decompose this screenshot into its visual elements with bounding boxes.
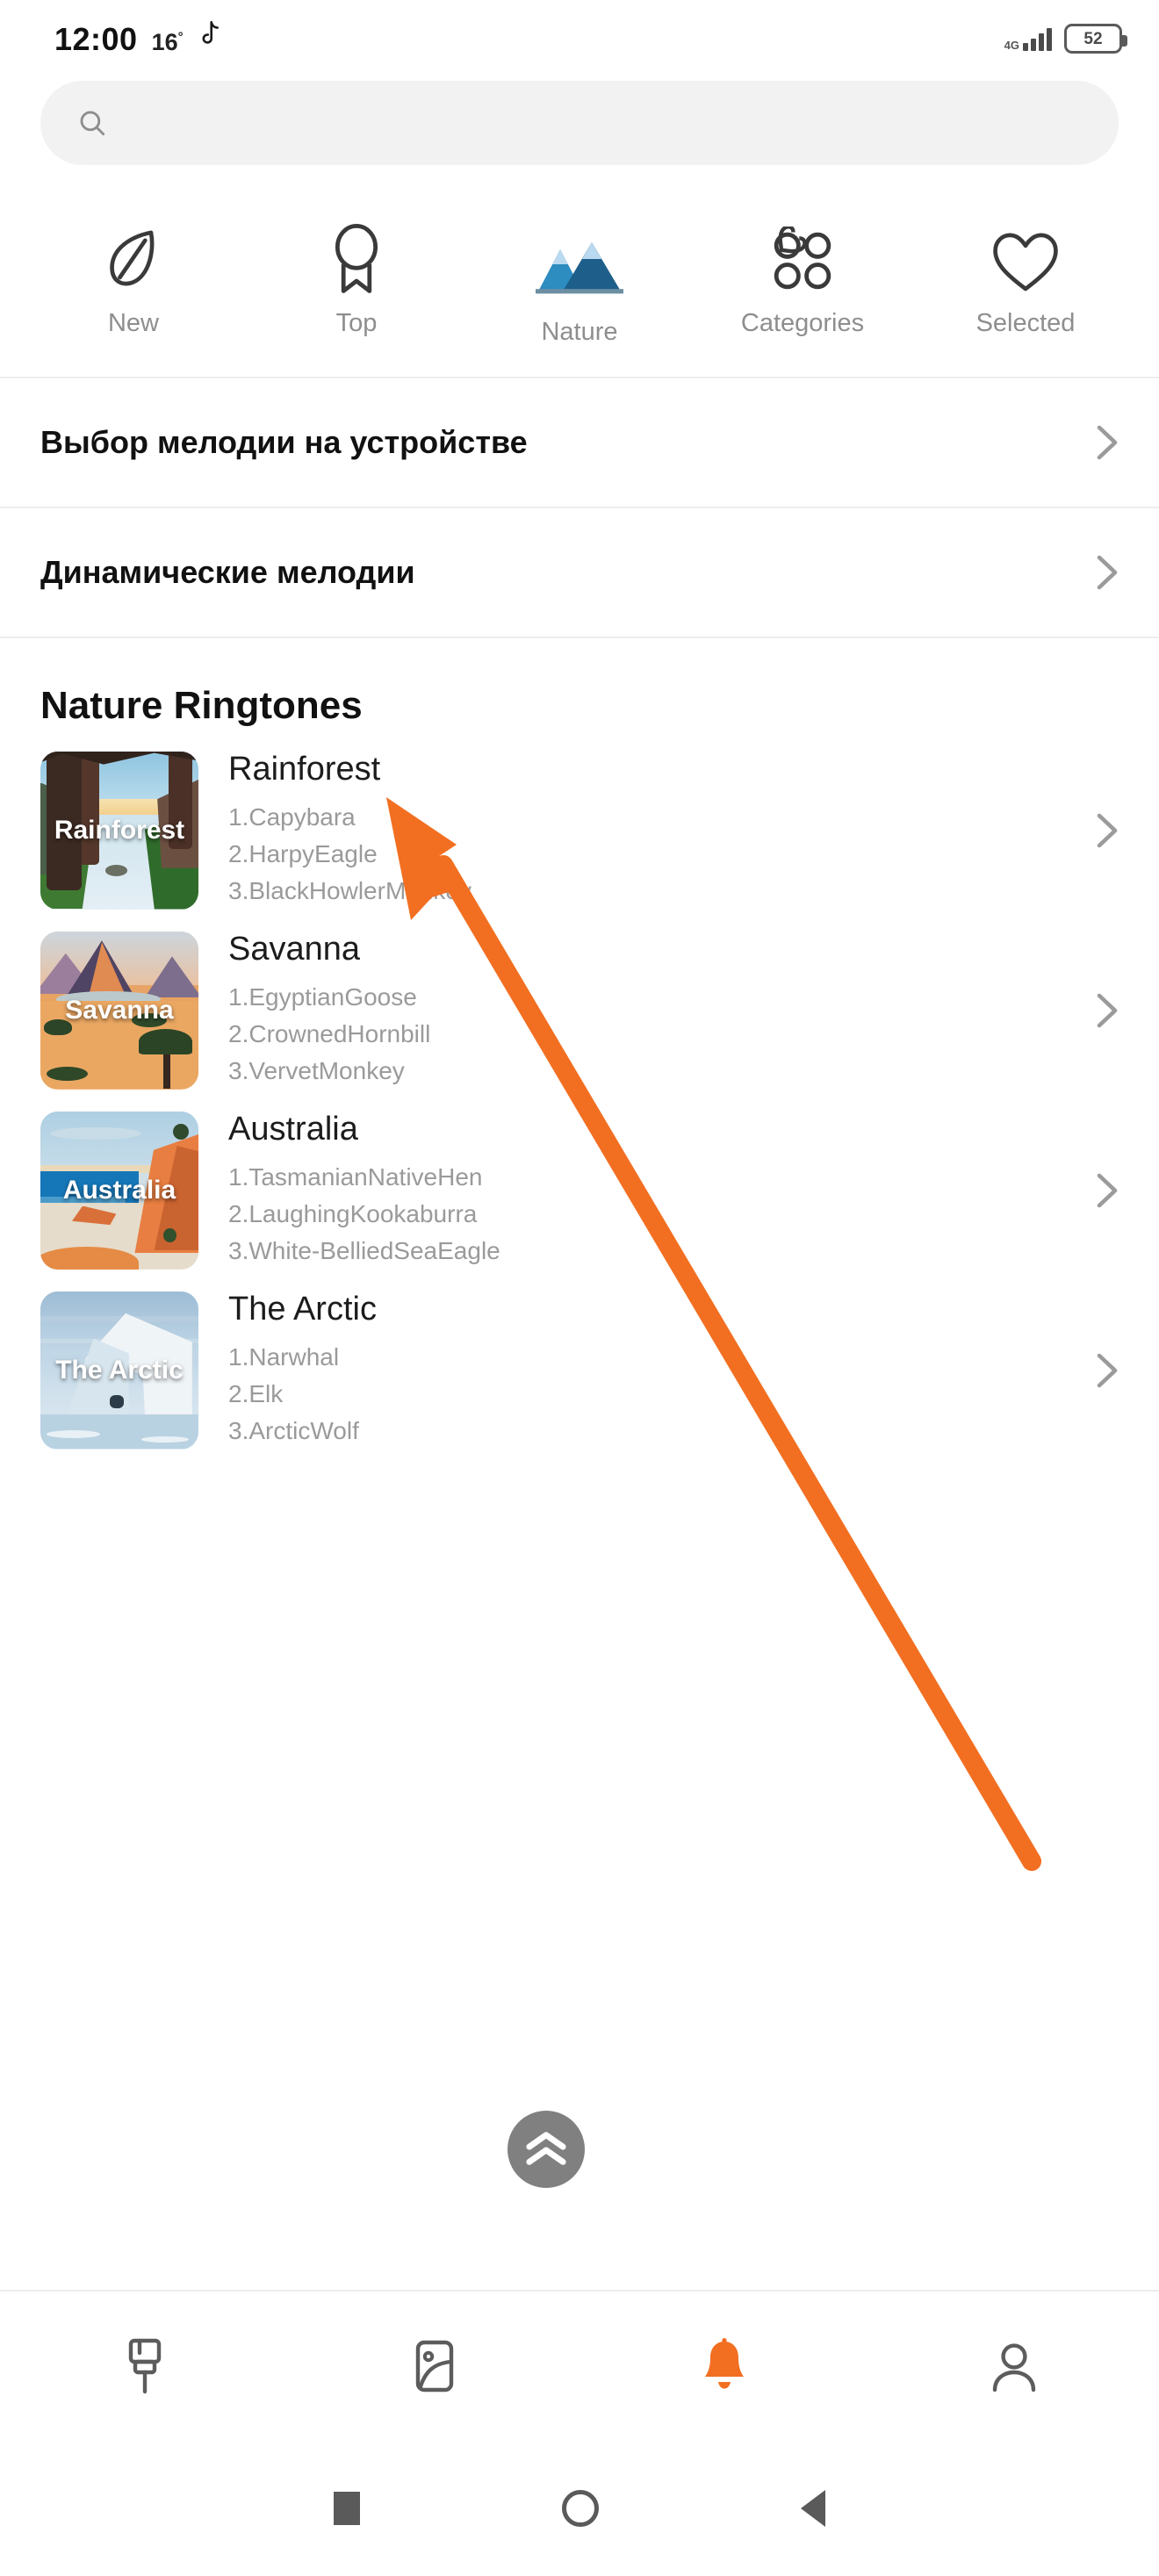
nav-profile[interactable] (926, 2339, 1102, 2393)
ringtone-thumbnail: Rainforest (40, 751, 198, 910)
status-temperature: 16° (152, 29, 184, 56)
ringtone-track: 3.ArcticWolf (228, 1417, 359, 1444)
status-bar: 12:00 16° 4G 52 (0, 0, 1159, 77)
home-circle-icon[interactable] (562, 2490, 599, 2527)
nav-ringtones[interactable] (637, 2338, 812, 2394)
nav-images[interactable] (347, 2339, 522, 2393)
ringtone-details: Savanna 1.EgyptianGoose 2.CrownedHornbil… (228, 931, 1066, 1090)
thumbnail-label: Rainforest (54, 815, 185, 845)
degree-symbol: ° (177, 29, 184, 45)
ringtone-track: 3.BlackHowlerMonkey (228, 877, 472, 904)
category-tabs: New Top Nature Categories Selected (0, 165, 1159, 378)
ringtone-details: Rainforest 1.Capybara 2.HarpyEagle 3.Bla… (228, 751, 1066, 910)
page-title: Nature Ringtones (40, 684, 363, 727)
tab-categories[interactable]: Categories (723, 214, 882, 347)
ringtone-track: 2.LaughingKookaburra (228, 1200, 478, 1227)
back-triangle-icon[interactable] (801, 2490, 825, 2527)
tab-top[interactable]: Top (277, 214, 436, 347)
ringtone-track: 3.White-BelliedSeaEagle (228, 1237, 500, 1264)
ringtone-track: 3.VervetMonkey (228, 1057, 405, 1084)
tab-new[interactable]: New (54, 214, 212, 347)
status-bar-left: 12:00 16° (54, 20, 220, 58)
mountains-icon (536, 214, 623, 295)
list-item[interactable]: Rainforest Rainforest 1.Capybara 2.Harpy… (40, 740, 1119, 920)
person-icon (992, 2343, 1036, 2393)
ringtone-track: 1.TasmanianNativeHen (228, 1163, 483, 1191)
chevron-right-icon (1097, 813, 1118, 847)
dynamic-ringtones-label: Динамические мелодии (40, 554, 415, 590)
bottom-navigation (0, 2290, 1159, 2441)
heart-icon (990, 214, 1061, 295)
ringtone-thumbnail: The Arctic (40, 1291, 198, 1450)
android-navigation-bar (0, 2441, 1159, 2576)
grid-icon (768, 214, 837, 295)
wallpaper-roller-icon (128, 2338, 162, 2394)
signal-bars (1023, 26, 1052, 51)
chevron-right-icon (1097, 555, 1118, 590)
battery-level-label: 52 (1083, 29, 1103, 48)
ringtone-details: Australia 1.TasmanianNativeHen 2.Laughin… (228, 1111, 1066, 1270)
ringtone-title: The Arctic (228, 1291, 377, 1328)
ringtone-list: Rainforest Rainforest 1.Capybara 2.Harpy… (0, 740, 1159, 1460)
list-item[interactable]: Australia Australia 1.TasmanianNativeHen… (40, 1100, 1119, 1280)
tiktok-icon (202, 20, 219, 44)
double-chevron-up-icon (526, 2132, 566, 2165)
tab-label: Categories (740, 309, 865, 337)
tab-label: Selected (975, 309, 1076, 337)
ringtone-track: 1.EgyptianGoose (228, 983, 417, 1011)
tab-selected[interactable]: Selected (947, 214, 1105, 347)
search-bar-container (0, 77, 1159, 165)
status-bar-right: 4G 52 (1004, 24, 1127, 54)
signal-icon: 4G (1004, 26, 1052, 51)
chevron-right-icon (1097, 1173, 1118, 1207)
ringtone-details: The Arctic 1.Narwhal 2.Elk 3.ArcticWolf (228, 1291, 1066, 1450)
image-icon (415, 2340, 454, 2393)
list-item[interactable]: The Arctic The Arctic 1.Narwhal 2.Elk 3.… (40, 1280, 1119, 1460)
status-time: 12:00 (54, 20, 138, 57)
thumbnail-label: The Arctic (55, 1355, 184, 1385)
tab-label: New (107, 309, 159, 337)
scroll-to-top-button[interactable] (508, 2111, 585, 2188)
chevron-right-icon (1097, 425, 1118, 460)
ringtone-track: 1.Capybara (228, 803, 356, 831)
thumbnail-label: Savanna (65, 995, 174, 1025)
device-ringtone-label: Выбор мелодии на устройстве (40, 424, 528, 460)
ringtone-track: 2.Elk (228, 1380, 284, 1407)
ringtone-track: 2.CrownedHornbill (228, 1020, 431, 1047)
award-icon (326, 214, 387, 295)
recents-square-icon[interactable] (334, 2492, 360, 2525)
nav-wallpaper[interactable] (57, 2337, 233, 2395)
tab-label: Nature (541, 318, 618, 346)
device-ringtone-row[interactable]: Выбор мелодии на устройстве (0, 378, 1159, 508)
ringtone-thumbnail: Australia (40, 1111, 198, 1270)
ringtone-track: 1.Narwhal (228, 1343, 340, 1371)
ringtone-title: Rainforest (228, 751, 381, 788)
chevron-right-icon (1097, 1353, 1118, 1387)
thumbnail-label: Australia (62, 1175, 176, 1205)
chevron-right-icon (1097, 993, 1118, 1027)
temperature-value: 16 (151, 28, 178, 55)
search-icon (80, 111, 105, 136)
ringtone-title: Australia (228, 1111, 358, 1148)
search-input[interactable] (126, 108, 1082, 138)
tab-nature[interactable]: Nature (500, 214, 659, 347)
leaf-icon (100, 214, 167, 295)
search-bar[interactable] (40, 81, 1119, 165)
ringtone-thumbnail: Savanna (40, 931, 198, 1090)
ringtone-title: Savanna (228, 931, 361, 968)
ringtone-track: 2.HarpyEagle (228, 840, 378, 867)
list-item[interactable]: Savanna Savanna 1.EgyptianGoose 2.Crowne… (40, 920, 1119, 1100)
tab-label: Top (335, 309, 378, 337)
dynamic-ringtones-row[interactable]: Динамические мелодии (0, 508, 1159, 638)
network-type-label: 4G (1004, 39, 1019, 52)
battery-icon: 52 (1064, 24, 1127, 54)
bell-icon (705, 2338, 744, 2389)
